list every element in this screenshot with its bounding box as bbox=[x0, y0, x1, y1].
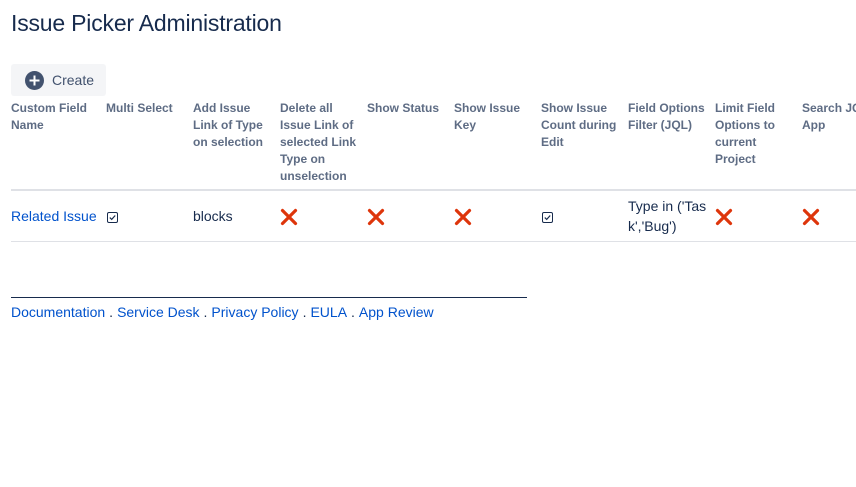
cell-show-issue-count bbox=[541, 190, 628, 242]
footer-separator: . bbox=[351, 304, 355, 320]
column-header-search-jql-as-app: Search JQL as App bbox=[802, 100, 856, 191]
column-header-custom-field-name: Custom Field Name bbox=[11, 100, 106, 191]
page: Issue Picker Administration Create Custo… bbox=[0, 0, 856, 487]
column-header-multi-select: Multi Select bbox=[106, 100, 193, 191]
column-header-add-issue-link: Add Issue Link of Type on selection bbox=[193, 100, 280, 191]
footer-separator: . bbox=[109, 304, 114, 320]
footer-separator: . bbox=[203, 304, 208, 320]
footer-link-service-desk[interactable]: Service Desk bbox=[117, 304, 199, 320]
checked-icon bbox=[542, 211, 553, 223]
checked-icon bbox=[107, 211, 118, 223]
cell-delete-issue-link bbox=[280, 190, 367, 242]
custom-field-link[interactable]: Related Issue bbox=[11, 208, 97, 224]
cell-add-issue-link-type: blocks bbox=[193, 190, 280, 242]
cross-icon bbox=[454, 209, 472, 226]
footer-link-eula[interactable]: EULA bbox=[310, 304, 347, 320]
cell-custom-field-name: Related Issue bbox=[11, 190, 106, 242]
cross-icon bbox=[280, 209, 298, 226]
footer-links: Documentation. Service Desk. Privacy Polic… bbox=[11, 304, 434, 320]
custom-fields-table-container: Custom Field Name Multi Select Add Issue… bbox=[11, 100, 856, 242]
footer-link-privacy-policy[interactable]: Privacy Policy bbox=[211, 304, 298, 320]
footer-link-documentation[interactable]: Documentation bbox=[11, 304, 105, 320]
cell-search-jql-as-app bbox=[802, 190, 856, 242]
footer-divider bbox=[11, 297, 527, 298]
column-header-limit-field-options: Limit Field Options to current Project bbox=[715, 100, 802, 191]
page-title: Issue Picker Administration bbox=[11, 10, 282, 36]
jql-filter-text: Type in ('Task','Bug') bbox=[628, 198, 707, 234]
cell-show-status bbox=[367, 190, 454, 242]
custom-fields-table: Custom Field Name Multi Select Add Issue… bbox=[11, 100, 856, 242]
table-row: Related Issue blocks Type in ('Task','Bu… bbox=[11, 190, 856, 242]
cell-show-issue-key bbox=[454, 190, 541, 242]
cross-icon bbox=[715, 209, 733, 226]
table-header-row: Custom Field Name Multi Select Add Issue… bbox=[11, 100, 856, 191]
create-button[interactable]: Create bbox=[11, 64, 107, 96]
footer-separator: . bbox=[302, 304, 307, 320]
cell-limit-field-options bbox=[715, 190, 802, 242]
column-header-show-issue-key: Show Issue Key bbox=[454, 100, 541, 191]
column-header-delete-issue-link: Delete all Issue Link of selected Link T… bbox=[280, 100, 367, 191]
column-header-field-options-filter: Field Options Filter (JQL) bbox=[628, 100, 715, 191]
cell-multi-select bbox=[106, 190, 193, 242]
create-button-label: Create bbox=[52, 72, 95, 88]
cell-field-options-filter: Type in ('Task','Bug') bbox=[628, 190, 715, 242]
cross-icon bbox=[367, 209, 385, 226]
plus-circle-icon bbox=[25, 70, 44, 90]
column-header-show-status: Show Status bbox=[367, 100, 454, 191]
footer-link-app-review[interactable]: App Review bbox=[359, 304, 434, 320]
cross-icon bbox=[802, 209, 820, 226]
column-header-show-issue-count: Show Issue Count during Edit bbox=[541, 100, 628, 191]
